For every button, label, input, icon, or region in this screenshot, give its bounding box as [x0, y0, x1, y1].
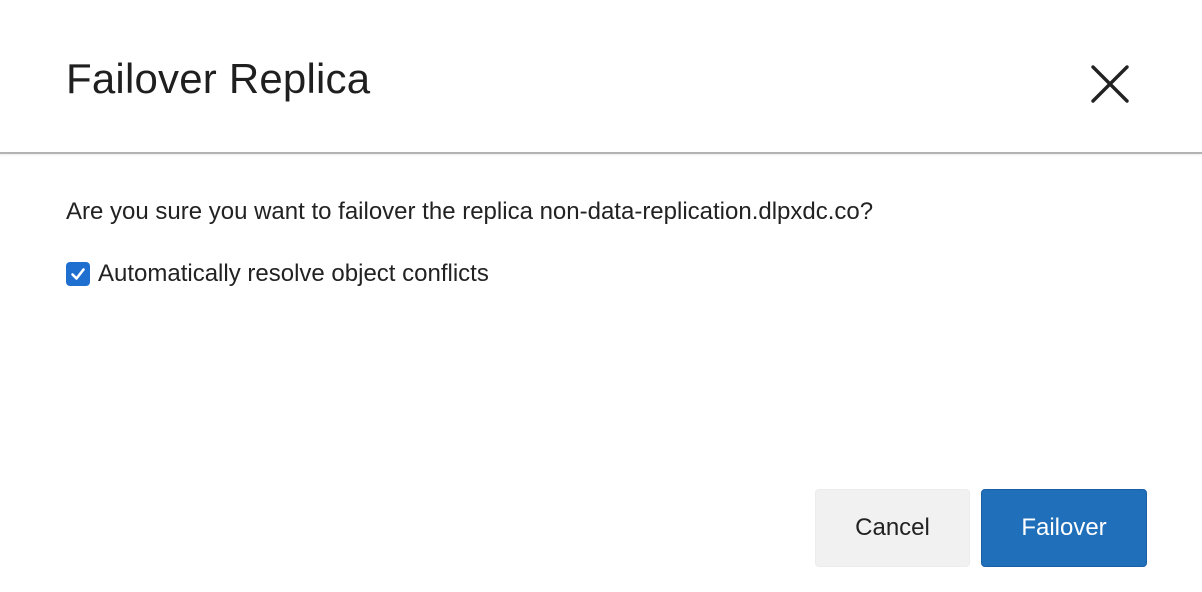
checkmark-icon: [71, 268, 85, 280]
failover-dialog: Failover Replica Are you sure you want t…: [0, 0, 1202, 592]
dialog-header: Failover Replica: [0, 0, 1202, 154]
dialog-title: Failover Replica: [66, 55, 371, 102]
auto-resolve-checkbox[interactable]: [66, 262, 90, 286]
failover-button[interactable]: Failover: [981, 489, 1147, 567]
auto-resolve-label: Automatically resolve object conflicts: [98, 260, 489, 287]
confirm-message: Are you sure you want to failover the re…: [66, 198, 874, 225]
cancel-button[interactable]: Cancel: [815, 489, 970, 567]
auto-resolve-option[interactable]: Automatically resolve object conflicts: [66, 258, 489, 290]
close-button[interactable]: [1084, 58, 1136, 110]
close-icon: [1084, 58, 1136, 110]
